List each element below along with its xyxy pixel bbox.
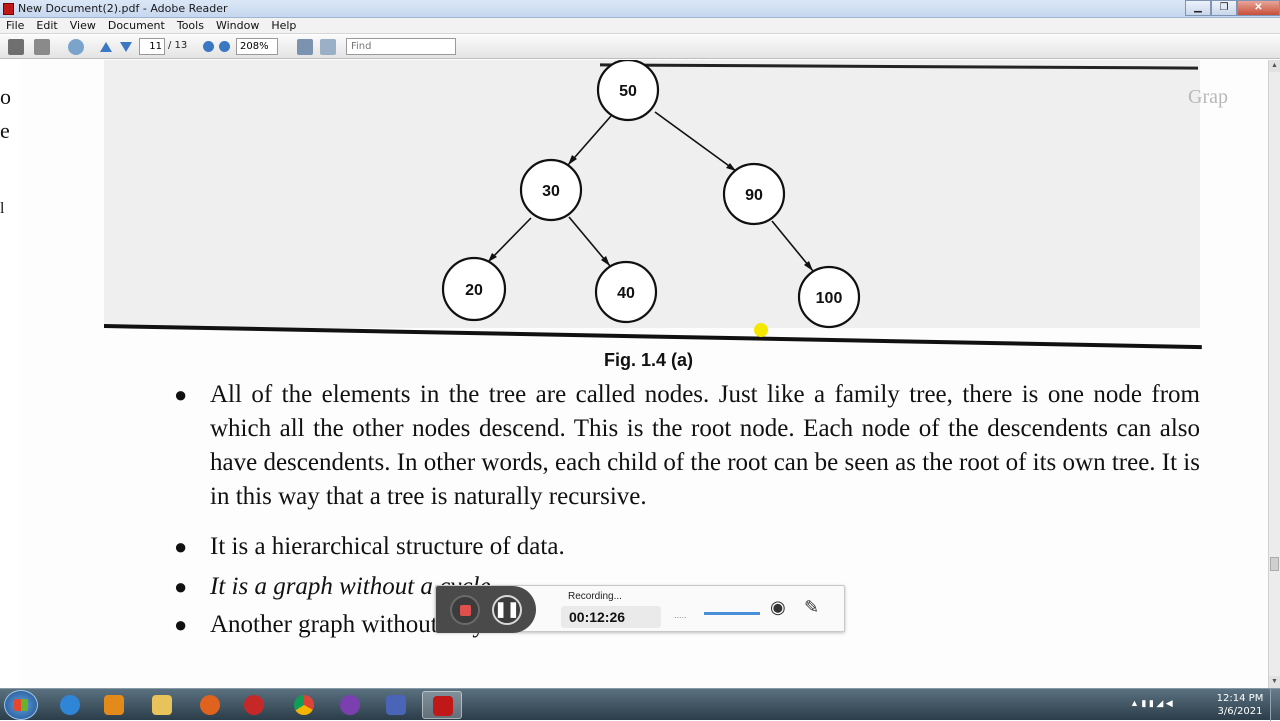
taskbar-adobe-reader[interactable] <box>422 691 462 719</box>
window-controls: ▁ ❐ ✕ <box>1185 0 1280 16</box>
print-icon[interactable] <box>8 39 24 55</box>
svg-text:90: 90 <box>745 187 763 204</box>
vertical-scrollbar[interactable]: ▲ ▼ <box>1268 60 1280 688</box>
audio-level-bar <box>704 612 760 615</box>
taskbar-explorer[interactable] <box>142 691 182 719</box>
show-desktop-button[interactable] <box>1270 689 1280 721</box>
bullet-text: All of the elements in the tree are call… <box>210 381 1200 510</box>
menu-bar: File Edit View Document Tools Window Hel… <box>0 18 1280 34</box>
close-button[interactable]: ✕ <box>1237 0 1280 16</box>
taskbar-media-player[interactable] <box>94 691 134 719</box>
adobe-reader-icon <box>433 696 453 716</box>
browser-icon <box>340 695 360 715</box>
tree-node-50: 50 <box>596 60 660 122</box>
toolbar: 11 / 13 208% Find <box>0 35 1280 59</box>
zoom-level-input[interactable]: 208% <box>236 38 278 55</box>
svg-text:40: 40 <box>617 285 635 302</box>
pause-recording-button[interactable]: ❚❚ <box>492 595 522 625</box>
pointer-highlight <box>754 323 768 337</box>
bullet-item: ● All of the elements in the tree are ca… <box>170 378 1210 514</box>
edge-50-90 <box>654 111 737 172</box>
bullet-text: It is a hierarchical structure of data. <box>210 533 565 560</box>
adobe-reader-icon <box>3 3 14 15</box>
clock-date: 3/6/2021 <box>1217 706 1263 717</box>
tree-node-30: 30 <box>519 158 583 222</box>
start-button[interactable] <box>4 690 38 720</box>
scrollbar-thumb[interactable] <box>1270 557 1279 571</box>
clock-time: 12:14 PM <box>1216 693 1264 704</box>
fit-page-icon[interactable] <box>297 39 313 55</box>
fragment-letter: l <box>0 200 5 217</box>
folder-icon <box>152 695 172 715</box>
fragment-letter: o <box>0 84 11 109</box>
svg-text:30: 30 <box>542 183 560 200</box>
menu-help[interactable]: Help <box>265 18 302 33</box>
scroll-up-icon[interactable]: ▲ <box>1269 60 1280 72</box>
menu-view[interactable]: View <box>64 18 102 33</box>
bullet-item: ● It is a hierarchical structure of data… <box>170 530 1210 564</box>
collaborate-icon[interactable] <box>68 39 84 55</box>
figure-caption: Fig. 1.4 (a) <box>604 350 694 370</box>
chrome-icon <box>294 695 314 715</box>
email-icon[interactable] <box>34 39 50 55</box>
bullet-dot-icon: ● <box>174 382 188 407</box>
bullet-dot-icon: ● <box>174 534 188 559</box>
tree-node-20: 20 <box>441 256 507 322</box>
scroll-down-icon[interactable]: ▼ <box>1269 676 1280 688</box>
tree-node-40: 40 <box>594 260 658 324</box>
menu-document[interactable]: Document <box>102 18 171 33</box>
page-total: / 13 <box>168 40 188 51</box>
taskbar: ▲ ▮ ▮ ◢ ◀ 12:14 PM 3/6/2021 <box>0 688 1280 721</box>
media-player-icon <box>104 695 124 715</box>
zoom-out-icon[interactable] <box>203 41 214 52</box>
svg-text:100: 100 <box>816 290 843 307</box>
taskbar-firefox[interactable] <box>190 691 230 719</box>
zoom-in-icon[interactable] <box>219 41 230 52</box>
screen-recorder-widget: ❚❚ Recording... 00:12:26 ..... ◉ ✎ <box>435 585 845 633</box>
menu-edit[interactable]: Edit <box>30 18 63 33</box>
svg-text:50: 50 <box>619 83 637 100</box>
next-page-icon[interactable] <box>120 42 132 52</box>
taskbar-browser[interactable] <box>330 691 370 719</box>
recording-timer: 00:12:26 <box>561 606 661 628</box>
stop-recording-button[interactable] <box>450 595 480 625</box>
menu-tools[interactable]: Tools <box>171 18 210 33</box>
svg-text:20: 20 <box>465 282 483 299</box>
taskbar-opera[interactable] <box>234 691 274 719</box>
minimize-button[interactable]: ▁ <box>1185 0 1211 16</box>
bullet-dot-icon: ● <box>174 574 188 599</box>
previous-page-icon[interactable] <box>100 42 112 52</box>
taskbar-ie[interactable] <box>50 691 90 719</box>
menu-file[interactable]: File <box>0 18 30 33</box>
tree-node-90: 90 <box>722 162 786 226</box>
page-number-input[interactable]: 11 <box>139 38 165 55</box>
window-title: New Document(2).pdf - Adobe Reader <box>18 2 228 15</box>
taskbar-app[interactable] <box>376 691 416 719</box>
recording-status: Recording... <box>568 591 622 602</box>
adjacent-page-fragment: o e l <box>0 60 20 688</box>
fragment-letter: e <box>0 118 10 143</box>
opera-icon <box>244 695 264 715</box>
webcam-icon[interactable]: ◉ <box>770 597 792 619</box>
taskbar-clock[interactable]: 12:14 PM 3/6/2021 <box>1215 692 1265 718</box>
restore-button[interactable]: ❐ <box>1211 0 1237 16</box>
bullet-dot-icon: ● <box>174 612 188 637</box>
taskbar-chrome[interactable] <box>284 691 324 719</box>
menu-window[interactable]: Window <box>210 18 265 33</box>
fit-width-icon[interactable] <box>320 39 336 55</box>
find-input[interactable]: Find <box>346 38 456 55</box>
system-tray[interactable]: ▲ ▮ ▮ ◢ ◀ <box>1130 698 1173 709</box>
internet-explorer-icon <box>60 695 80 715</box>
tree-diagram: 50 30 90 20 40 100 <box>441 60 861 329</box>
firefox-icon <box>200 695 220 715</box>
audio-level-dots: ..... <box>674 610 687 620</box>
tree-node-100: 100 <box>797 265 861 329</box>
pen-icon[interactable]: ✎ <box>804 597 826 619</box>
window-titlebar: New Document(2).pdf - Adobe Reader ▁ ❐ ✕ <box>0 0 1280 18</box>
app-icon <box>386 695 406 715</box>
